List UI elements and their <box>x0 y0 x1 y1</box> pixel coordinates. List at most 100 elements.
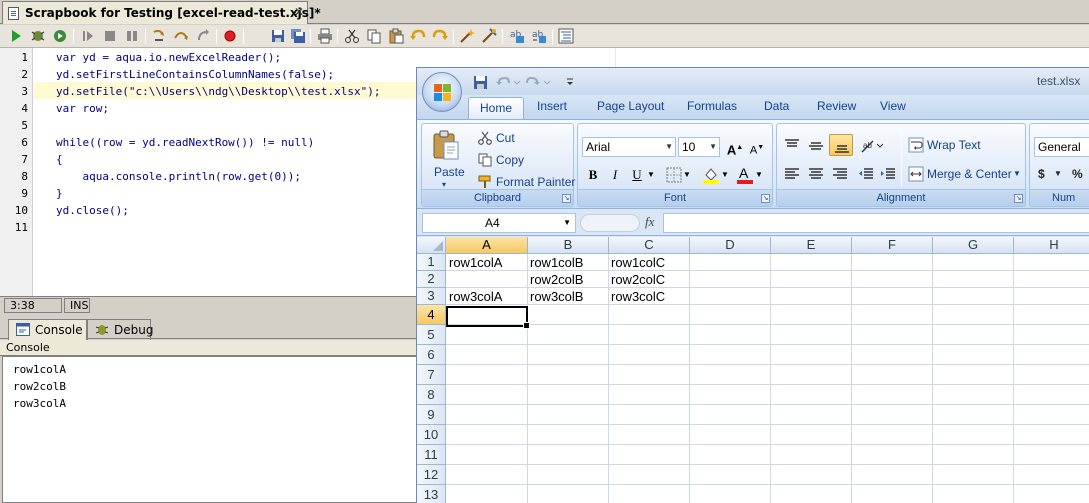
run-icon[interactable] <box>8 28 24 44</box>
outline-icon[interactable] <box>558 28 574 44</box>
wand-icon[interactable] <box>459 28 475 44</box>
paste-dropdown-icon[interactable]: ▾ <box>442 180 446 189</box>
orientation-icon[interactable]: ab <box>859 137 885 155</box>
number-format-select[interactable]: General <box>1034 137 1089 157</box>
align-right-icon[interactable] <box>831 166 849 182</box>
tab-formulas[interactable]: Formulas <box>687 99 737 113</box>
step-into-icon[interactable] <box>151 28 167 44</box>
tab-review[interactable]: Review <box>817 99 856 113</box>
cell-b3[interactable]: row3colB <box>527 288 608 305</box>
insert-function-icon[interactable]: fx <box>645 214 654 230</box>
borders-icon[interactable] <box>666 167 682 183</box>
cell-a1[interactable]: row1colA <box>446 254 527 271</box>
chevron-down-icon[interactable]: ▼ <box>720 164 730 185</box>
cell-c2[interactable]: row2colC <box>608 271 689 288</box>
print-icon[interactable] <box>317 28 333 44</box>
chevron-down-icon[interactable]: ▼ <box>646 164 656 185</box>
cell-a3[interactable]: row3colA <box>446 288 527 305</box>
column-header-c[interactable]: C <box>609 237 690 254</box>
column-header-b[interactable]: B <box>528 237 609 254</box>
font-launcher-icon[interactable]: ↘ <box>761 194 770 203</box>
name-box[interactable]: A4 ▼ <box>422 213 576 233</box>
tab-insert[interactable]: Insert <box>537 99 567 113</box>
row-header-1[interactable]: 1 <box>417 254 446 271</box>
column-header-g[interactable]: G <box>933 237 1014 254</box>
tab-page-layout[interactable]: Page Layout <box>597 99 664 113</box>
font-size-select[interactable]: 10 ▼ <box>678 137 720 157</box>
column-header-e[interactable]: E <box>771 237 852 254</box>
cell-b2[interactable]: row2colB <box>527 271 608 288</box>
row-header-4[interactable]: 4 <box>417 305 446 325</box>
row-header-5[interactable]: 5 <box>417 325 446 345</box>
wrap-text-button[interactable]: Wrap Text <box>927 138 981 152</box>
cell-b1[interactable]: row1colB <box>527 254 608 271</box>
row-header-11[interactable]: 11 <box>417 445 446 465</box>
close-tab-icon[interactable]: ✕ <box>294 5 304 19</box>
step-over-icon[interactable] <box>173 28 189 44</box>
cell-c1[interactable]: row1colC <box>608 254 689 271</box>
increase-indent-icon[interactable] <box>879 166 897 182</box>
select-all-button[interactable] <box>417 237 446 254</box>
redo-icon[interactable] <box>525 74 551 90</box>
tab-data[interactable]: Data <box>764 99 789 113</box>
clipboard-launcher-icon[interactable]: ↘ <box>562 194 571 203</box>
spreadsheet-grid[interactable]: A B C D E F G H 1 2 3 4 5 6 7 8 9 10 11 … <box>417 237 1089 503</box>
alignment-launcher-icon[interactable]: ↘ <box>1014 194 1023 203</box>
align-bottom-button[interactable] <box>829 134 853 156</box>
column-header-h[interactable]: H <box>1014 237 1089 254</box>
office-button[interactable] <box>422 72 462 112</box>
row-header-12[interactable]: 12 <box>417 465 446 485</box>
code-line[interactable]: { <box>56 153 63 166</box>
chevron-down-icon[interactable]: ▼ <box>1054 169 1062 178</box>
stop-icon[interactable] <box>102 28 118 44</box>
fill-color-icon[interactable] <box>702 166 720 184</box>
find-replace-icon[interactable]: ab <box>509 28 525 44</box>
scrapbook-tab[interactable]: Scrapbook for Testing [excel-read-test.x… <box>2 1 321 24</box>
formula-input[interactable] <box>663 213 1089 233</box>
tab-console[interactable]: Console <box>8 319 87 340</box>
code-line[interactable]: while((row = yd.readNextRow()) != null) <box>56 136 314 149</box>
paste-icon[interactable] <box>432 130 460 160</box>
save-all-icon[interactable] <box>290 28 306 44</box>
column-header-a[interactable]: A <box>446 237 528 254</box>
code-line[interactable]: yd.setFirstLineContainsColumnNames(false… <box>56 68 334 81</box>
code-line[interactable]: aqua.console.println(row.get(0)); <box>56 170 301 183</box>
paste-icon[interactable] <box>388 28 404 44</box>
code-line[interactable]: var yd = aqua.io.newExcelReader(); <box>56 51 281 64</box>
percent-button[interactable]: % <box>1072 167 1083 181</box>
format-painter-button[interactable]: Format Painter <box>496 175 575 189</box>
shrink-font-button[interactable]: A▼ <box>746 137 768 158</box>
tab-view[interactable]: View <box>880 99 906 113</box>
font-color-icon[interactable]: A <box>736 165 754 184</box>
breakpoint-icon[interactable] <box>222 28 238 44</box>
bold-button[interactable]: B <box>582 164 604 185</box>
debug-run-icon[interactable] <box>30 28 46 44</box>
row-header-10[interactable]: 10 <box>417 425 446 445</box>
customize-qat-icon[interactable] <box>565 74 575 90</box>
code-line[interactable]: yd.close(); <box>56 204 129 217</box>
pause-icon[interactable] <box>124 28 140 44</box>
find-next-icon[interactable]: ab <box>531 28 547 44</box>
row-header-2[interactable]: 2 <box>417 271 446 288</box>
copy-icon[interactable] <box>366 28 382 44</box>
save-icon[interactable] <box>473 74 488 90</box>
redo-icon[interactable] <box>432 28 448 44</box>
chevron-down-icon[interactable]: ▼ <box>754 164 764 185</box>
row-header-6[interactable]: 6 <box>417 345 446 365</box>
code-line[interactable]: } <box>56 187 63 200</box>
code-line[interactable]: yd.setFile("c:\\Users\\ndg\\Desktop\\tes… <box>56 85 381 98</box>
row-header-7[interactable]: 7 <box>417 365 446 385</box>
chevron-down-icon[interactable]: ▼ <box>1013 169 1021 178</box>
chevron-down-icon[interactable]: ▼ <box>682 164 692 185</box>
undo-icon[interactable] <box>410 28 426 44</box>
resume-icon[interactable] <box>80 28 96 44</box>
currency-button[interactable]: $ <box>1038 167 1045 181</box>
save-icon[interactable] <box>270 28 286 44</box>
italic-button[interactable]: I <box>604 164 626 185</box>
underline-button[interactable]: U <box>626 164 648 185</box>
console-output[interactable]: row1colA row2colB row3colA <box>2 356 420 503</box>
column-header-d[interactable]: D <box>690 237 771 254</box>
run-to-cursor-icon[interactable] <box>52 28 68 44</box>
active-cell-a4[interactable] <box>446 306 530 329</box>
cut-icon[interactable] <box>344 28 360 44</box>
